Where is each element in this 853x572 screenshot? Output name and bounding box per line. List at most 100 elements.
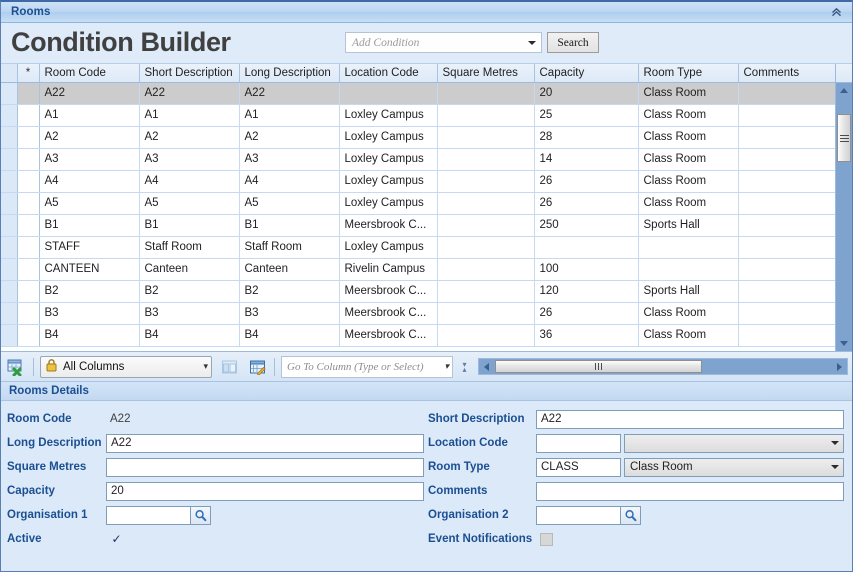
table-row[interactable]: STAFF Staff Room Staff Room Loxley Campus <box>1 236 835 259</box>
cell-comments[interactable] <box>738 192 835 215</box>
cell-long-description[interactable]: Staff Room <box>239 236 340 259</box>
cell-location-code[interactable]: Loxley Campus <box>339 170 438 193</box>
cell-capacity[interactable] <box>534 236 639 259</box>
scroll-right-icon[interactable] <box>832 359 847 374</box>
cell-square-metres[interactable] <box>437 148 535 171</box>
column-header-capacity[interactable]: Capacity <box>534 64 639 83</box>
cell-room-type[interactable]: Class Room <box>638 82 739 105</box>
cell-location-code[interactable]: Rivelin Campus <box>339 258 438 281</box>
add-condition-select[interactable]: Add Condition <box>345 32 542 53</box>
cell-square-metres[interactable] <box>437 104 535 127</box>
cell-capacity[interactable]: 26 <box>534 192 639 215</box>
cell-location-code[interactable]: Loxley Campus <box>339 148 438 171</box>
cell-long-description[interactable]: A5 <box>239 192 340 215</box>
cell-room-type[interactable]: Class Room <box>638 302 739 325</box>
chevron-down-icon[interactable] <box>827 465 843 469</box>
cell-room-code[interactable]: A1 <box>39 104 140 127</box>
cell-short-description[interactable]: A22 <box>139 82 240 105</box>
input-capacity[interactable]: 20 <box>106 481 424 501</box>
column-selector[interactable]: All Columns ▾ <box>40 355 212 378</box>
table-row[interactable]: A2 A2 A2 Loxley Campus 28 Class Room <box>1 126 835 149</box>
cell-room-code[interactable]: B2 <box>39 280 140 303</box>
column-header-comments[interactable]: Comments <box>738 64 835 83</box>
row-selector[interactable] <box>17 82 40 105</box>
cell-capacity[interactable]: 26 <box>534 302 639 325</box>
cell-long-description[interactable]: A2 <box>239 126 340 149</box>
cell-room-code[interactable]: A22 <box>39 82 140 105</box>
table-row[interactable]: B3 B3 B3 Meersbrook C... 26 Class Room <box>1 302 835 325</box>
cell-capacity[interactable]: 14 <box>534 148 639 171</box>
column-header-square-metres[interactable]: Square Metres <box>437 64 535 83</box>
grid-vertical-scrollbar[interactable] <box>835 64 852 351</box>
cell-room-type[interactable]: Class Room <box>638 324 739 347</box>
scroll-down-icon[interactable] <box>836 336 852 351</box>
row-selector[interactable] <box>17 214 40 237</box>
cell-capacity[interactable]: 250 <box>534 214 639 237</box>
cell-room-type[interactable]: Class Room <box>638 192 739 215</box>
cell-comments[interactable] <box>738 214 835 237</box>
cell-location-code[interactable]: Loxley Campus <box>339 126 438 149</box>
cell-capacity[interactable]: 26 <box>534 170 639 193</box>
chevron-down-icon[interactable] <box>827 441 843 445</box>
cell-long-description[interactable]: A4 <box>239 170 340 193</box>
cell-short-description[interactable]: A5 <box>139 192 240 215</box>
cell-location-code[interactable]: Meersbrook C... <box>339 214 438 237</box>
table-row[interactable]: A22 A22 A22 20 Class Room <box>1 82 835 105</box>
vscroll-thumb[interactable] <box>837 114 851 162</box>
input-location-code[interactable] <box>536 433 621 453</box>
cell-short-description[interactable]: A1 <box>139 104 240 127</box>
cell-square-metres[interactable] <box>437 280 535 303</box>
table-row[interactable]: B1 B1 B1 Meersbrook C... 250 Sports Hall <box>1 214 835 237</box>
cell-comments[interactable] <box>738 148 835 171</box>
chevron-down-icon[interactable]: ▾ <box>203 361 208 372</box>
cell-room-code[interactable]: A5 <box>39 192 140 215</box>
cell-long-description[interactable]: B2 <box>239 280 340 303</box>
column-header-room-type[interactable]: Room Type <box>638 64 739 83</box>
cell-capacity[interactable]: 120 <box>534 280 639 303</box>
cell-long-description[interactable]: Canteen <box>239 258 340 281</box>
row-selector[interactable] <box>17 258 40 281</box>
cell-square-metres[interactable] <box>437 324 535 347</box>
table-row[interactable]: CANTEEN Canteen Canteen Rivelin Campus 100 <box>1 258 835 281</box>
cell-square-metres[interactable] <box>437 82 535 105</box>
cell-room-type[interactable] <box>638 258 739 281</box>
chevron-double-up-icon[interactable] <box>828 5 844 19</box>
cell-room-type[interactable]: Class Room <box>638 170 739 193</box>
input-organisation-2[interactable] <box>536 505 621 525</box>
search-icon[interactable] <box>621 505 641 525</box>
column-header-long-description[interactable]: Long Description <box>239 64 340 83</box>
cell-capacity[interactable]: 36 <box>534 324 639 347</box>
table-row[interactable]: B4 B4 B4 Meersbrook C... 36 Class Room <box>1 324 835 347</box>
table-row[interactable]: A3 A3 A3 Loxley Campus 14 Class Room <box>1 148 835 171</box>
cell-square-metres[interactable] <box>437 258 535 281</box>
input-short-description[interactable]: A22 <box>536 409 844 429</box>
cell-room-code[interactable]: B1 <box>39 214 140 237</box>
cell-square-metres[interactable] <box>437 126 535 149</box>
cell-short-description[interactable]: A2 <box>139 126 240 149</box>
input-long-description[interactable]: A22 <box>106 433 424 453</box>
cell-capacity[interactable]: 100 <box>534 258 639 281</box>
cell-comments[interactable] <box>738 236 835 259</box>
cell-room-code[interactable]: A4 <box>39 170 140 193</box>
row-selector[interactable] <box>17 104 40 127</box>
cell-room-code[interactable]: B3 <box>39 302 140 325</box>
row-selector[interactable] <box>17 170 40 193</box>
cell-capacity[interactable]: 28 <box>534 126 639 149</box>
row-selector[interactable] <box>17 192 40 215</box>
cell-location-code[interactable] <box>339 82 438 105</box>
input-organisation-1[interactable] <box>106 505 191 525</box>
cell-comments[interactable] <box>738 170 835 193</box>
row-selector[interactable] <box>17 126 40 149</box>
cell-square-metres[interactable] <box>437 192 535 215</box>
row-selector[interactable] <box>17 148 40 171</box>
table-row[interactable]: B2 B2 B2 Meersbrook C... 120 Sports Hall <box>1 280 835 303</box>
cell-long-description[interactable]: A1 <box>239 104 340 127</box>
cell-location-code[interactable]: Meersbrook C... <box>339 302 438 325</box>
cell-short-description[interactable]: B2 <box>139 280 240 303</box>
input-comments[interactable] <box>536 481 844 501</box>
input-room-type-code[interactable]: CLASS <box>536 457 621 477</box>
cell-square-metres[interactable] <box>437 214 535 237</box>
cell-room-type[interactable]: Sports Hall <box>638 280 739 303</box>
cell-location-code[interactable]: Loxley Campus <box>339 192 438 215</box>
row-selector[interactable] <box>17 236 40 259</box>
